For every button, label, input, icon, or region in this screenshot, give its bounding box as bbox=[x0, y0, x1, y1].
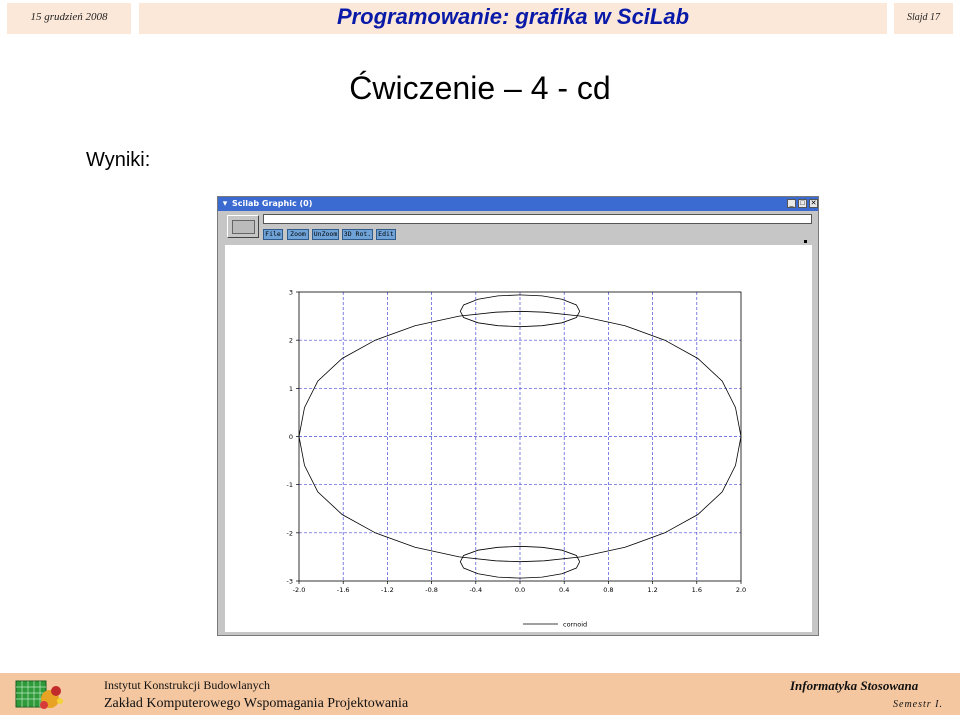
header-date-box: 15 grudzień 2008 bbox=[7, 3, 131, 34]
x-tick-label: 0.8 bbox=[603, 586, 613, 594]
header-slide-number: Slajd 17 bbox=[906, 12, 941, 23]
header-title: Programowanie: grafika w SciLab bbox=[336, 4, 690, 29]
zoom-button[interactable]: Zoom bbox=[287, 229, 309, 240]
scilab-graphic-window: ▾ Scilab Graphic (0) _ □ ✕ File Zoom UnZ… bbox=[217, 196, 819, 636]
close-icon[interactable]: ✕ bbox=[809, 199, 818, 208]
resize-marker bbox=[804, 240, 807, 243]
x-tick-label: 0.0 bbox=[515, 586, 525, 594]
window-menu-icon[interactable]: ▾ bbox=[220, 198, 230, 209]
maximize-icon[interactable]: □ bbox=[798, 199, 807, 208]
y-tick-label: 1 bbox=[289, 385, 293, 393]
y-tick-label: 0 bbox=[289, 433, 293, 441]
x-tick-label: -0.4 bbox=[469, 586, 482, 594]
x-tick-label: -0.8 bbox=[425, 586, 438, 594]
unzoom-button[interactable]: UnZoom bbox=[312, 229, 339, 240]
results-label: Wyniki: bbox=[86, 149, 151, 171]
footer: Instytut Konstrukcji Budowlanych Zakład … bbox=[0, 673, 960, 715]
y-tick-label: -2 bbox=[287, 529, 293, 537]
file-menu-button[interactable]: File bbox=[263, 229, 283, 240]
cornoid-chart: -2.0 -1.6 -1.2 -0.8 -0.4 0.0 0.4 0.8 1.2 1.6 2.0 -3… bbox=[287, 289, 747, 629]
x-tick-label: 1.2 bbox=[647, 586, 657, 594]
footer-department: Zakład Komputerowego Wspomagania Projekt… bbox=[104, 696, 409, 711]
footer-semester: Semestr I. bbox=[893, 699, 943, 710]
header-title-box: Programowanie: grafika w SciLab bbox=[139, 3, 887, 34]
x-tick-label: 0.4 bbox=[559, 586, 569, 594]
x-tick-label: 2.0 bbox=[736, 586, 746, 594]
slide-title: Ćwiczenie – 4 - cd bbox=[349, 70, 611, 106]
x-tick-label: -1.6 bbox=[337, 586, 350, 594]
y-tick-label: 3 bbox=[289, 289, 293, 297]
institute-logo-icon bbox=[15, 680, 63, 709]
y-tick-label: -3 bbox=[287, 578, 293, 586]
header-date: 15 grudzień 2008 bbox=[30, 11, 108, 23]
graphic-window-icon bbox=[227, 215, 259, 238]
legend-label: cornoid bbox=[563, 621, 587, 629]
y-tick-label: -1 bbox=[287, 481, 293, 489]
window-titlebar[interactable]: ▾ Scilab Graphic (0) _ □ ✕ bbox=[218, 197, 818, 211]
x-tick-label: -2.0 bbox=[293, 586, 306, 594]
footer-institute: Instytut Konstrukcji Budowlanych bbox=[104, 678, 270, 692]
x-tick-label: -1.2 bbox=[381, 586, 394, 594]
x-tick-label: 1.6 bbox=[692, 586, 702, 594]
footer-course: Informatyka Stosowana bbox=[790, 678, 919, 693]
window-title: Scilab Graphic (0) bbox=[232, 199, 313, 208]
3d-rotation-button[interactable]: 3D Rot. bbox=[342, 229, 373, 240]
header-slide-number-box: Slajd 17 bbox=[894, 3, 953, 34]
y-tick-label: 2 bbox=[289, 337, 293, 345]
graphic-canvas[interactable]: -2.0 -1.6 -1.2 -0.8 -0.4 0.0 0.4 0.8 1.2 1.6 2.0 -3… bbox=[225, 245, 812, 632]
minimize-icon[interactable]: _ bbox=[787, 199, 796, 208]
status-field bbox=[263, 214, 812, 224]
edit-menu-button[interactable]: Edit bbox=[376, 229, 396, 240]
